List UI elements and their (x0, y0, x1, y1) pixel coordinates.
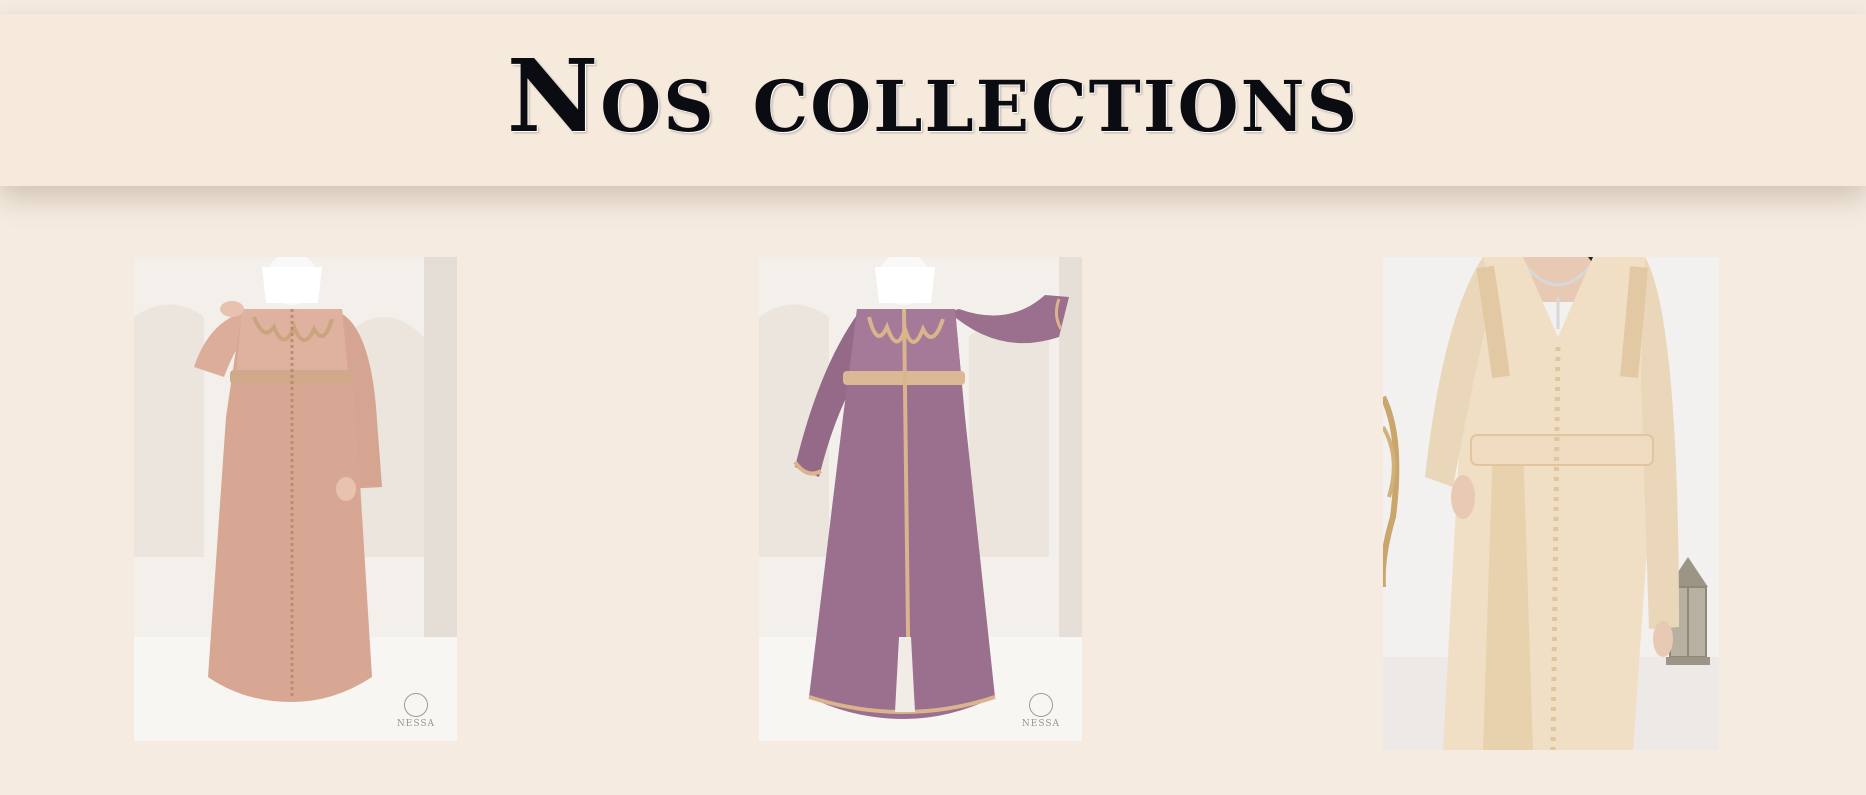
rose-caftan-photo (134, 257, 457, 741)
collections-header: Nos collections (0, 14, 1866, 186)
product-image-rose-caftan[interactable]: NESSA (134, 257, 457, 741)
ivory-caftan-photo (1383, 257, 1719, 750)
brand-logo-icon (1028, 693, 1053, 717)
brand-watermark: NESSA (397, 693, 435, 729)
brand-watermark: NESSA (1022, 693, 1060, 729)
mauve-caftan-photo (759, 257, 1082, 741)
page-title: Nos collections (506, 37, 1360, 155)
product-image-mauve-caftan[interactable]: NESSA (759, 257, 1082, 741)
brand-logo-icon (403, 693, 428, 717)
product-image-ivory-caftan[interactable] (1383, 257, 1719, 750)
page: Nos collections NESSA NESSA (0, 0, 1866, 795)
